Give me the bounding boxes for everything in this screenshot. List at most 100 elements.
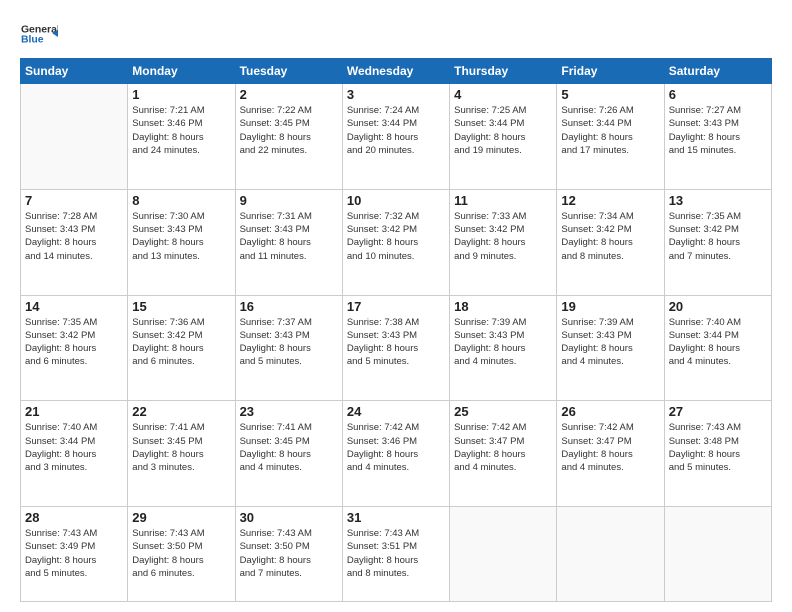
calendar-table: SundayMondayTuesdayWednesdayThursdayFrid… bbox=[20, 58, 772, 602]
weekday-header-wednesday: Wednesday bbox=[342, 59, 449, 84]
day-info: Sunrise: 7:43 AMSunset: 3:48 PMDaylight:… bbox=[669, 421, 767, 474]
calendar-cell: 7Sunrise: 7:28 AMSunset: 3:43 PMDaylight… bbox=[21, 189, 128, 295]
calendar-cell: 24 Sunrise: 7:42 AMSunset: 3:46 PMDayligh… bbox=[342, 401, 449, 507]
day-info: Sunrise: 7:42 AMSunset: 3:47 PMDaylight:… bbox=[454, 421, 552, 474]
day-number: 1 bbox=[132, 87, 230, 102]
calendar-cell: 10 Sunrise: 7:32 AMSunset: 3:42 PMDayligh… bbox=[342, 189, 449, 295]
calendar-cell: 17Sunrise: 7:38 AMSunset: 3:43 PMDayligh… bbox=[342, 295, 449, 401]
day-info: Sunrise: 7:26 AMSunset: 3:44 PMDaylight:… bbox=[561, 104, 659, 157]
day-info: Sunrise: 7:42 AMSunset: 3:47 PMDaylight:… bbox=[561, 421, 659, 474]
day-info: Sunrise: 7:42 AMSunset: 3:46 PMDaylight:… bbox=[347, 421, 445, 474]
calendar-cell: 16Sunrise: 7:37 AMSunset: 3:43 PMDayligh… bbox=[235, 295, 342, 401]
day-number: 29 bbox=[132, 510, 230, 525]
week-row-1: 1 Sunrise: 7:21 AMSunset: 3:46 PMDaylight… bbox=[21, 84, 772, 190]
calendar-cell bbox=[450, 507, 557, 602]
weekday-header-friday: Friday bbox=[557, 59, 664, 84]
calendar-cell: 31 Sunrise: 7:43 AMSunset: 3:51 PMDayligh… bbox=[342, 507, 449, 602]
calendar-cell: 19 Sunrise: 7:39 AMSunset: 3:43 PMDayligh… bbox=[557, 295, 664, 401]
day-number: 25 bbox=[454, 404, 552, 419]
calendar-cell: 12 Sunrise: 7:34 AMSunset: 3:42 PMDayligh… bbox=[557, 189, 664, 295]
weekday-header-saturday: Saturday bbox=[664, 59, 771, 84]
day-info: Sunrise: 7:41 AMSunset: 3:45 PMDaylight:… bbox=[132, 421, 230, 474]
day-info: Sunrise: 7:40 AMSunset: 3:44 PMDaylight:… bbox=[669, 316, 767, 369]
weekday-header-thursday: Thursday bbox=[450, 59, 557, 84]
day-number: 31 bbox=[347, 510, 445, 525]
week-row-5: 28 Sunrise: 7:43 AMSunset: 3:49 PMDayligh… bbox=[21, 507, 772, 602]
day-number: 5 bbox=[561, 87, 659, 102]
calendar-cell: 14 Sunrise: 7:35 AMSunset: 3:42 PMDayligh… bbox=[21, 295, 128, 401]
day-number: 9 bbox=[240, 193, 338, 208]
calendar-cell: 26 Sunrise: 7:42 AMSunset: 3:47 PMDayligh… bbox=[557, 401, 664, 507]
day-number: 12 bbox=[561, 193, 659, 208]
day-info: Sunrise: 7:21 AMSunset: 3:46 PMDaylight:… bbox=[132, 104, 230, 157]
day-info: Sunrise: 7:24 AMSunset: 3:44 PMDaylight:… bbox=[347, 104, 445, 157]
calendar-cell: 23Sunrise: 7:41 AMSunset: 3:45 PMDayligh… bbox=[235, 401, 342, 507]
calendar-cell: 13 Sunrise: 7:35 AMSunset: 3:42 PMDayligh… bbox=[664, 189, 771, 295]
calendar-cell: 29 Sunrise: 7:43 AMSunset: 3:50 PMDayligh… bbox=[128, 507, 235, 602]
day-number: 3 bbox=[347, 87, 445, 102]
calendar-cell: 20 Sunrise: 7:40 AMSunset: 3:44 PMDayligh… bbox=[664, 295, 771, 401]
day-info: Sunrise: 7:33 AMSunset: 3:42 PMDaylight:… bbox=[454, 210, 552, 263]
calendar-cell: 6 Sunrise: 7:27 AMSunset: 3:43 PMDaylight… bbox=[664, 84, 771, 190]
calendar-cell: 18 Sunrise: 7:39 AMSunset: 3:43 PMDayligh… bbox=[450, 295, 557, 401]
header: General Blue bbox=[20, 18, 772, 48]
weekday-header-tuesday: Tuesday bbox=[235, 59, 342, 84]
day-info: Sunrise: 7:27 AMSunset: 3:43 PMDaylight:… bbox=[669, 104, 767, 157]
day-info: Sunrise: 7:43 AMSunset: 3:50 PMDaylight:… bbox=[240, 527, 338, 580]
day-info: Sunrise: 7:39 AMSunset: 3:43 PMDaylight:… bbox=[454, 316, 552, 369]
day-number: 14 bbox=[25, 299, 123, 314]
day-number: 2 bbox=[240, 87, 338, 102]
calendar-cell: 8 Sunrise: 7:30 AMSunset: 3:43 PMDaylight… bbox=[128, 189, 235, 295]
calendar-cell bbox=[664, 507, 771, 602]
day-number: 27 bbox=[669, 404, 767, 419]
day-info: Sunrise: 7:39 AMSunset: 3:43 PMDaylight:… bbox=[561, 316, 659, 369]
calendar-cell bbox=[557, 507, 664, 602]
day-number: 6 bbox=[669, 87, 767, 102]
day-info: Sunrise: 7:35 AMSunset: 3:42 PMDaylight:… bbox=[25, 316, 123, 369]
day-number: 30 bbox=[240, 510, 338, 525]
day-number: 24 bbox=[347, 404, 445, 419]
day-number: 11 bbox=[454, 193, 552, 208]
calendar-cell: 1 Sunrise: 7:21 AMSunset: 3:46 PMDaylight… bbox=[128, 84, 235, 190]
day-number: 18 bbox=[454, 299, 552, 314]
svg-text:General: General bbox=[21, 24, 58, 35]
day-number: 13 bbox=[669, 193, 767, 208]
day-info: Sunrise: 7:32 AMSunset: 3:42 PMDaylight:… bbox=[347, 210, 445, 263]
calendar-cell: 15Sunrise: 7:36 AMSunset: 3:42 PMDayligh… bbox=[128, 295, 235, 401]
day-info: Sunrise: 7:43 AMSunset: 3:51 PMDaylight:… bbox=[347, 527, 445, 580]
day-number: 20 bbox=[669, 299, 767, 314]
week-row-3: 14 Sunrise: 7:35 AMSunset: 3:42 PMDayligh… bbox=[21, 295, 772, 401]
weekday-header-monday: Monday bbox=[128, 59, 235, 84]
weekday-header-sunday: Sunday bbox=[21, 59, 128, 84]
weekday-header-row: SundayMondayTuesdayWednesdayThursdayFrid… bbox=[21, 59, 772, 84]
calendar-cell: 4 Sunrise: 7:25 AMSunset: 3:44 PMDaylight… bbox=[450, 84, 557, 190]
calendar-cell bbox=[21, 84, 128, 190]
day-info: Sunrise: 7:30 AMSunset: 3:43 PMDaylight:… bbox=[132, 210, 230, 263]
calendar-cell: 11 Sunrise: 7:33 AMSunset: 3:42 PMDayligh… bbox=[450, 189, 557, 295]
day-info: Sunrise: 7:35 AMSunset: 3:42 PMDaylight:… bbox=[669, 210, 767, 263]
day-number: 7 bbox=[25, 193, 123, 208]
week-row-2: 7Sunrise: 7:28 AMSunset: 3:43 PMDaylight… bbox=[21, 189, 772, 295]
day-info: Sunrise: 7:38 AMSunset: 3:43 PMDaylight:… bbox=[347, 316, 445, 369]
day-number: 10 bbox=[347, 193, 445, 208]
calendar-cell: 2Sunrise: 7:22 AMSunset: 3:45 PMDaylight… bbox=[235, 84, 342, 190]
day-number: 8 bbox=[132, 193, 230, 208]
svg-text:Blue: Blue bbox=[21, 35, 44, 46]
day-info: Sunrise: 7:36 AMSunset: 3:42 PMDaylight:… bbox=[132, 316, 230, 369]
day-info: Sunrise: 7:34 AMSunset: 3:42 PMDaylight:… bbox=[561, 210, 659, 263]
page: General Blue SundayMondayTuesdayWednesda… bbox=[0, 0, 792, 612]
day-number: 28 bbox=[25, 510, 123, 525]
calendar-cell: 27 Sunrise: 7:43 AMSunset: 3:48 PMDayligh… bbox=[664, 401, 771, 507]
day-number: 26 bbox=[561, 404, 659, 419]
day-info: Sunrise: 7:43 AMSunset: 3:50 PMDaylight:… bbox=[132, 527, 230, 580]
day-number: 19 bbox=[561, 299, 659, 314]
day-number: 22 bbox=[132, 404, 230, 419]
day-info: Sunrise: 7:25 AMSunset: 3:44 PMDaylight:… bbox=[454, 104, 552, 157]
calendar-cell: 9Sunrise: 7:31 AMSunset: 3:43 PMDaylight… bbox=[235, 189, 342, 295]
calendar-cell: 25 Sunrise: 7:42 AMSunset: 3:47 PMDayligh… bbox=[450, 401, 557, 507]
week-row-4: 21Sunrise: 7:40 AMSunset: 3:44 PMDayligh… bbox=[21, 401, 772, 507]
day-info: Sunrise: 7:43 AMSunset: 3:49 PMDaylight:… bbox=[25, 527, 123, 580]
calendar-cell: 21Sunrise: 7:40 AMSunset: 3:44 PMDayligh… bbox=[21, 401, 128, 507]
logo: General Blue bbox=[20, 18, 58, 48]
day-number: 4 bbox=[454, 87, 552, 102]
